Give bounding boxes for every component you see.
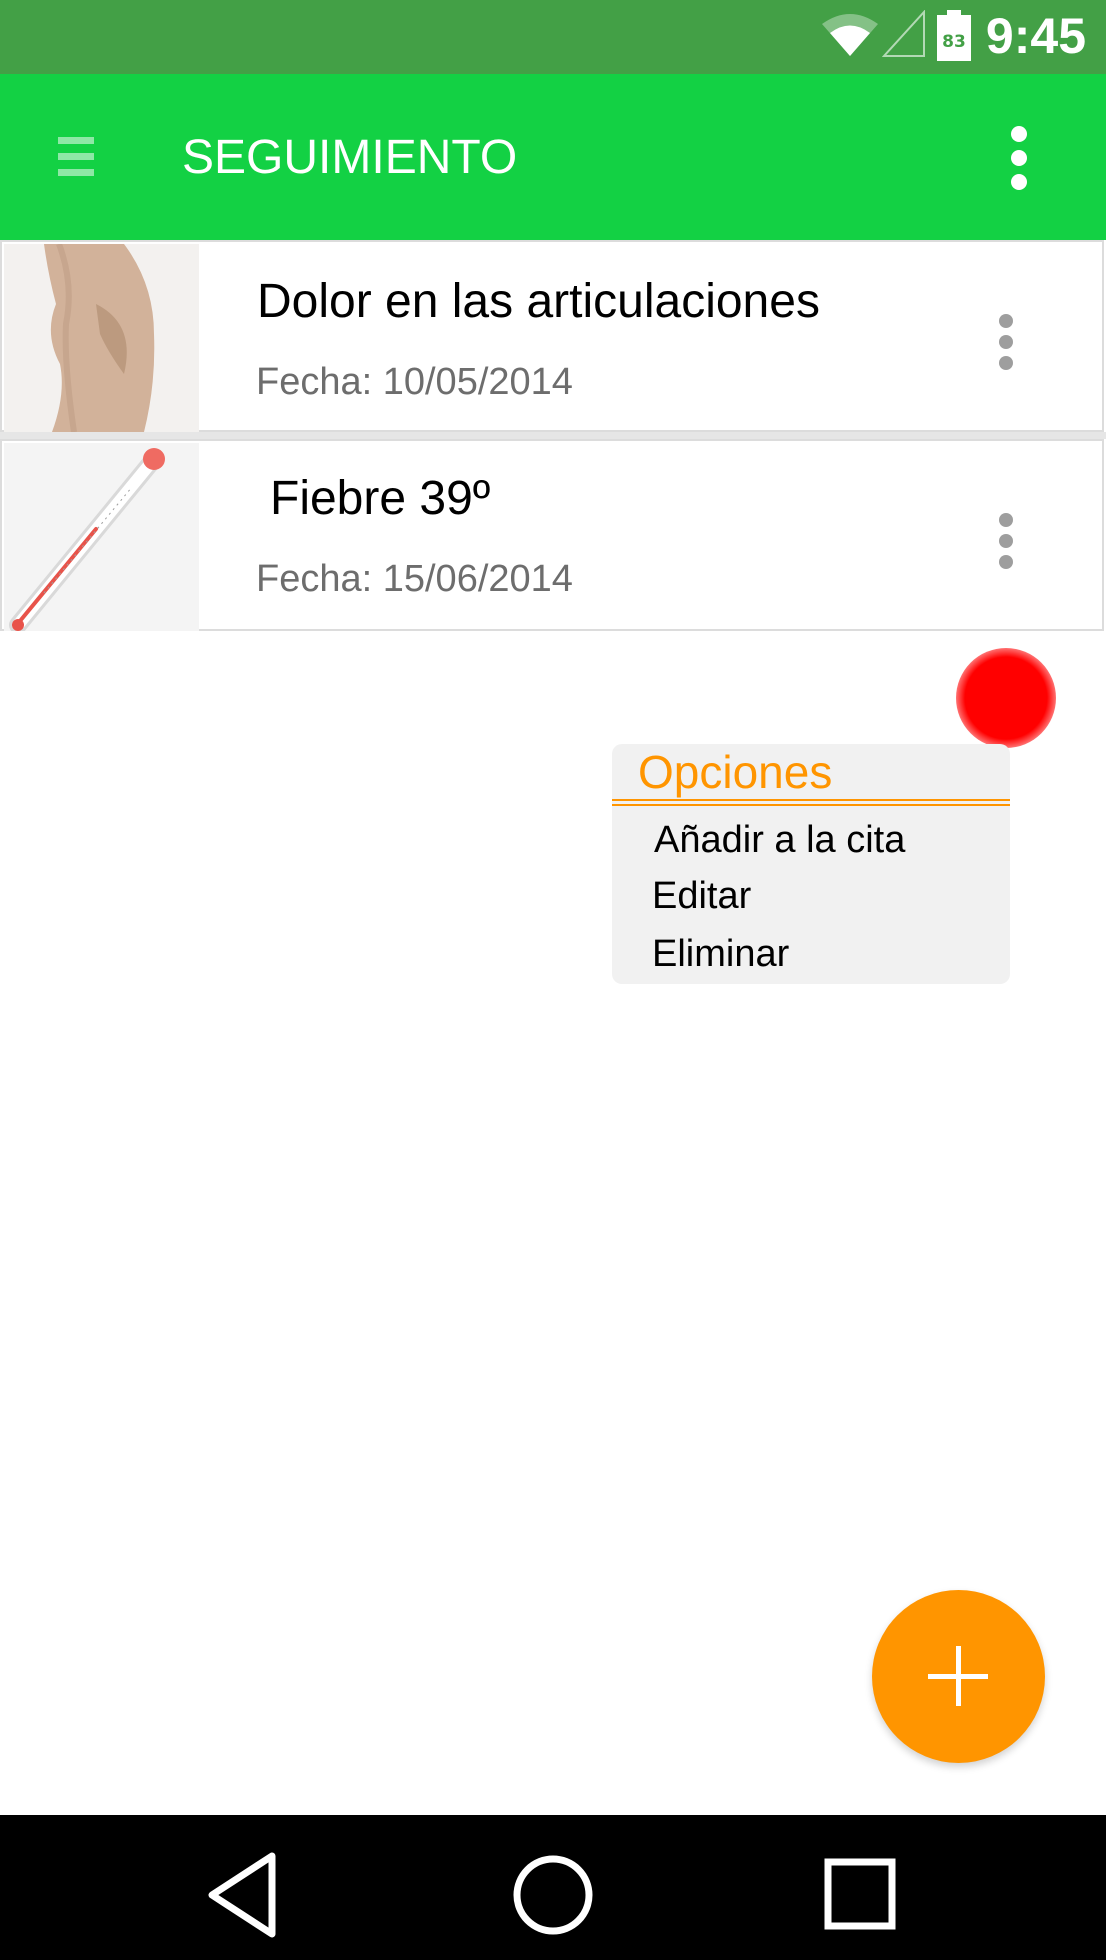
- popup-divider: [612, 799, 1010, 801]
- home-icon[interactable]: [508, 1850, 598, 1940]
- navigation-bar: [0, 1815, 1106, 1960]
- touch-indicator: [956, 648, 1056, 748]
- add-button[interactable]: [872, 1590, 1045, 1763]
- options-popup-menu: Opciones Añadir a la cita Editar Elimina…: [612, 744, 1010, 984]
- item-title: Dolor en las articulaciones: [257, 275, 820, 328]
- page-title: SEGUIMIENTO: [182, 131, 518, 184]
- divider: [0, 432, 1106, 439]
- menu-item-edit[interactable]: Editar: [652, 872, 751, 920]
- hamburger-menu-icon[interactable]: [58, 137, 94, 177]
- popup-title: Opciones: [638, 746, 833, 798]
- status-time: 9:45: [985, 8, 1086, 64]
- menu-item-add-to-appointment[interactable]: Añadir a la cita: [654, 816, 905, 864]
- recents-icon[interactable]: [816, 1850, 906, 1940]
- overflow-menu-icon[interactable]: [1008, 126, 1032, 190]
- thermometer-thumbnail: [4, 443, 199, 631]
- wifi-icon: [822, 14, 878, 56]
- list-item[interactable]: Dolor en las articulaciones Fecha: 10/05…: [0, 240, 1104, 432]
- back-icon[interactable]: [198, 1850, 288, 1940]
- item-title: Fiebre 39º: [270, 472, 491, 525]
- list-item[interactable]: Fiebre 39º Fecha: 15/06/2014: [0, 439, 1104, 631]
- item-date: Fecha: 15/06/2014: [256, 558, 573, 600]
- knee-thumbnail: [4, 244, 199, 432]
- signal-icon: [882, 10, 925, 57]
- item-overflow-icon[interactable]: [997, 513, 1015, 571]
- popup-divider: [612, 804, 1010, 806]
- battery-icon: 83: [937, 10, 971, 61]
- menu-item-delete[interactable]: Eliminar: [652, 930, 789, 978]
- item-date: Fecha: 10/05/2014: [256, 361, 573, 403]
- status-bar: 83 9:45: [0, 0, 1106, 74]
- app-bar: SEGUIMIENTO: [0, 74, 1106, 240]
- battery-level: 83: [942, 32, 966, 52]
- item-overflow-icon[interactable]: [997, 314, 1015, 372]
